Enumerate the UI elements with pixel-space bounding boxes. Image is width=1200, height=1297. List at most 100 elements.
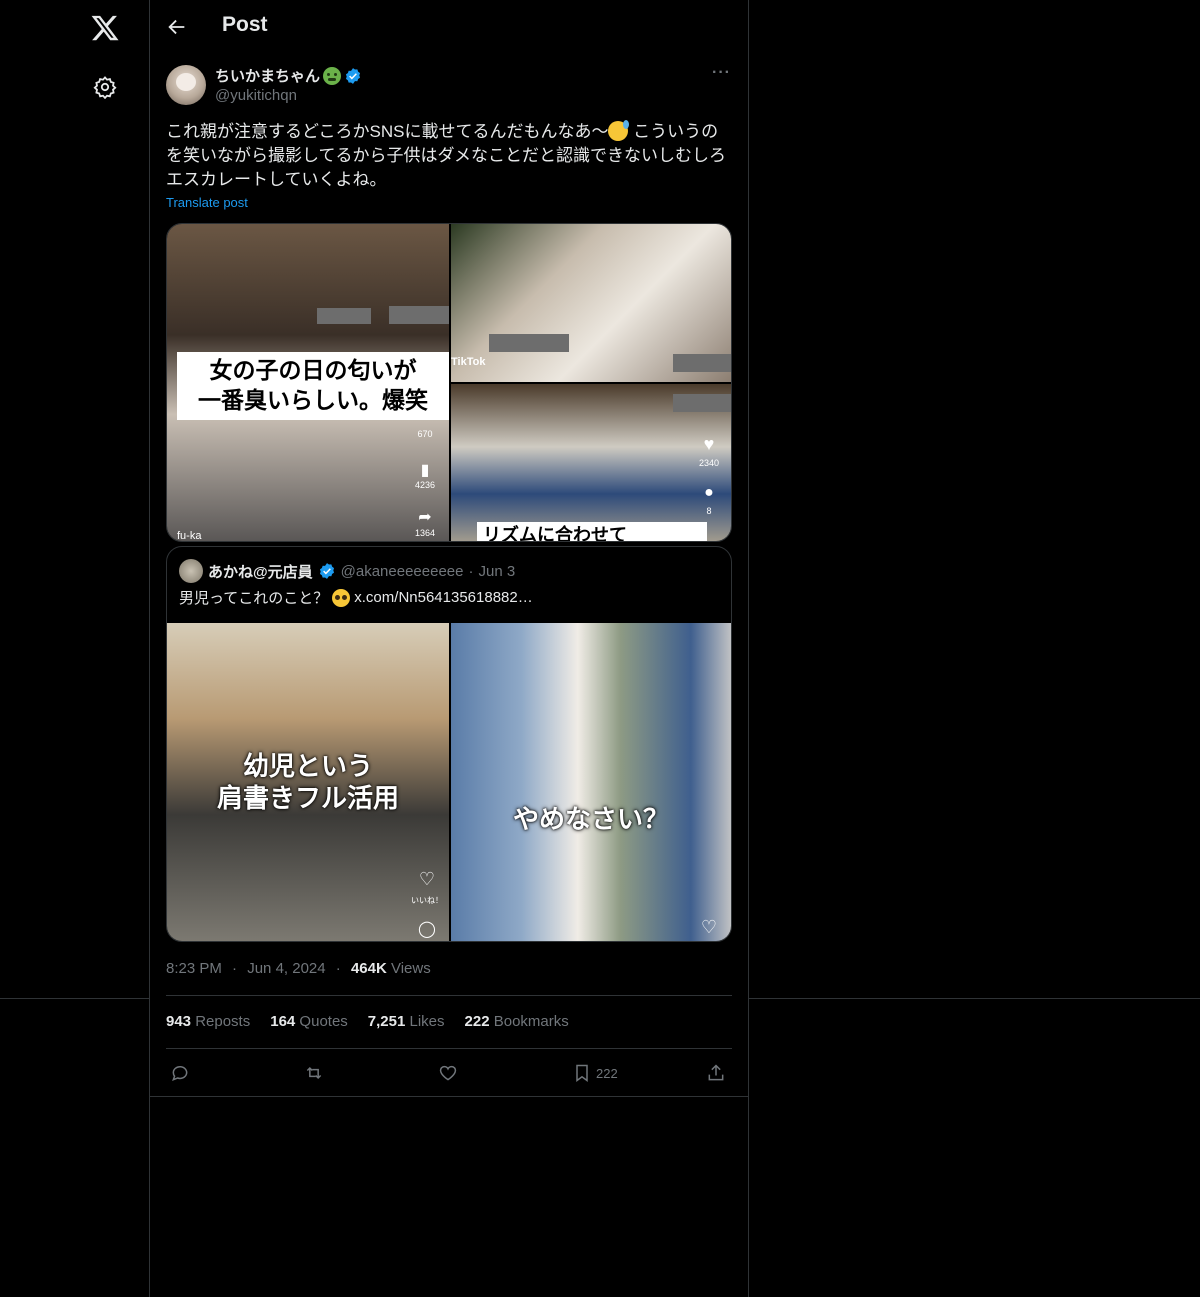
- media-caption: リズムに合わせて: [477, 522, 707, 541]
- post-text-part1: これ親が注意するどころかSNSに載せてるんだもんなあ〜: [166, 122, 609, 141]
- likes-stat[interactable]: 7,251 Likes: [368, 1013, 445, 1030]
- quoted-separator: ·: [468, 562, 474, 580]
- quoted-author-avatar: [179, 559, 203, 583]
- blur-mask: [317, 308, 371, 324]
- share-button[interactable]: [706, 1058, 726, 1088]
- comment-count-label: 670: [417, 429, 433, 439]
- like-label: いいね！: [411, 896, 443, 905]
- reposts-stat[interactable]: 943 Reposts: [166, 1013, 250, 1030]
- blur-mask: [389, 306, 449, 324]
- quoted-post-text: 男児ってこれのこと？ x.com/Nn564135618882…: [179, 587, 533, 608]
- blur-mask: [673, 394, 731, 412]
- gear-icon[interactable]: [93, 75, 117, 99]
- reposts-label: Reposts: [191, 1013, 251, 1030]
- divider: [150, 1096, 748, 1097]
- post-detail-column: Post ちいかまちゃん @yukitichqn ··· これ親が注意するどころ…: [150, 0, 749, 1297]
- repost-icon: [306, 1066, 322, 1080]
- quoted-media-caption: 幼児という 肩書きフル活用: [187, 751, 429, 815]
- post-stats-row: 943 Reposts 164 Quotes 7,251 Likes 222 B…: [166, 1013, 569, 1030]
- grinning-sweat-emoji-icon: [608, 120, 630, 141]
- quoted-date: Jun 3: [478, 562, 516, 580]
- quoted-media-caption-line2: 肩書きフル活用: [216, 784, 399, 814]
- quoted-link: x.com/Nn564135618882…: [354, 589, 533, 606]
- bookmarks-stat[interactable]: 222 Bookmarks: [465, 1013, 569, 1030]
- post-time[interactable]: 8:23 PM: [166, 960, 222, 977]
- comment-count-label: 8: [706, 506, 712, 516]
- author-name[interactable]: ちいかまちゃん: [215, 65, 320, 86]
- blur-mask: [673, 354, 731, 372]
- quoted-post-header: あかね@元店員 @akaneeeeeeeee · Jun 3: [179, 559, 515, 583]
- bookmark-count: 222: [596, 1065, 618, 1081]
- tiktok-handle: fu-ka: [177, 530, 202, 541]
- quoted-text: 男児ってこれのこと？: [179, 590, 329, 607]
- quoted-author-handle: @akaneeeeeeeee: [340, 562, 464, 580]
- post-text: これ親が注意するどころかSNSに載せてるんだもんなあ〜 こういうのを笑いながら撮…: [166, 120, 732, 192]
- media-caption-line1: 女の子の日の匂いが: [209, 358, 417, 384]
- share-arrow-icon: ➦: [418, 509, 432, 526]
- more-icon[interactable]: ···: [712, 64, 732, 84]
- divider: [166, 1048, 732, 1049]
- bookmarks-label: Bookmarks: [489, 1013, 569, 1030]
- blur-mask: [489, 334, 569, 352]
- author-avatar[interactable]: [166, 65, 206, 105]
- author-name-row[interactable]: ちいかまちゃん: [215, 65, 362, 86]
- post-header: Post: [150, 0, 748, 54]
- translate-post-link[interactable]: Translate post: [166, 195, 248, 210]
- divider: [749, 998, 1200, 999]
- media-tile-video-3[interactable]: ♥ 2340 ● 8 リズムに合わせて: [451, 384, 731, 541]
- views-label: Views: [386, 960, 431, 977]
- sick-face-emoji-icon: [323, 66, 342, 85]
- quotes-count: 164: [270, 1013, 296, 1030]
- author-handle[interactable]: @yukitichqn: [215, 87, 297, 104]
- reply-button[interactable]: [170, 1058, 190, 1088]
- views-count: 464K: [350, 960, 387, 977]
- share-icon: [708, 1064, 724, 1081]
- bookmark-button[interactable]: 222: [572, 1058, 618, 1088]
- repost-button[interactable]: [304, 1058, 324, 1088]
- bookmark-icon: ▮: [420, 462, 430, 479]
- share-count-label: 1364: [414, 528, 436, 538]
- like-heart-icon: ♥: [703, 434, 715, 454]
- post-date[interactable]: Jun 4, 2024: [247, 960, 325, 977]
- quotes-label: Quotes: [295, 1013, 348, 1030]
- tiktok-logo: TikTok: [451, 356, 486, 368]
- media-tile-video-1[interactable]: 女の子の日の匂いが 一番臭いらしい。爆笑 670 ▮ 4236 ➦ 1364 f…: [167, 224, 449, 541]
- pleading-face-emoji-icon: [332, 588, 351, 607]
- bookmark-count-label: 4236: [414, 480, 436, 490]
- comment-bubble-icon: ◯: [418, 921, 436, 938]
- timestamp-separator: ·: [335, 960, 341, 977]
- bookmarks-count: 222: [464, 1013, 490, 1030]
- post-media-grid: 女の子の日の匂いが 一番臭いらしい。爆笑 670 ▮ 4236 ➦ 1364 f…: [166, 223, 732, 542]
- left-navigation-rail: [0, 0, 150, 1297]
- media-tile-video-2[interactable]: TikTok: [451, 224, 731, 382]
- media-caption-line2: 一番臭いらしい。爆笑: [198, 388, 428, 414]
- like-count-label: 2340: [698, 458, 720, 468]
- like-icon: [439, 1065, 457, 1081]
- like-heart-icon: ♡: [700, 917, 718, 937]
- x-logo-icon[interactable]: [90, 13, 120, 43]
- likes-count: 7,251: [367, 1013, 406, 1030]
- page-title: Post: [222, 13, 268, 36]
- back-arrow-icon[interactable]: [166, 16, 188, 38]
- comment-bubble-icon: ●: [704, 484, 714, 501]
- like-button[interactable]: [438, 1058, 458, 1088]
- media-caption: 女の子の日の匂いが 一番臭いらしい。爆笑: [177, 352, 449, 420]
- divider: [0, 998, 150, 999]
- quoted-media-2: やめなさい？ ♡: [451, 623, 731, 941]
- post-timestamp-row: 8:23 PM · Jun 4, 2024 · 464K Views: [166, 960, 431, 977]
- like-heart-icon: ♡: [418, 869, 436, 889]
- reposts-count: 943: [166, 1013, 192, 1030]
- reply-icon: [172, 1066, 188, 1081]
- likes-label: Likes: [405, 1013, 445, 1030]
- quoted-media-caption-line1: 幼児という: [242, 752, 373, 782]
- verified-icon: [345, 67, 361, 84]
- timestamp-separator: ·: [232, 960, 238, 977]
- quoted-author-name: あかね@元店員: [208, 563, 313, 581]
- quoted-media-1: 幼児という 肩書きフル活用 ♡ いいね！ ◯: [167, 623, 449, 941]
- quoted-post[interactable]: あかね@元店員 @akaneeeeeeeee · Jun 3 男児ってこれのこと…: [166, 546, 732, 942]
- quoted-media-caption: やめなさい？: [512, 805, 669, 835]
- page: Post ちいかまちゃん @yukitichqn ··· これ親が注意するどころ…: [0, 0, 1200, 1297]
- divider: [166, 995, 732, 996]
- post-action-bar: 222: [166, 1058, 732, 1088]
- quotes-stat[interactable]: 164 Quotes: [270, 1013, 348, 1030]
